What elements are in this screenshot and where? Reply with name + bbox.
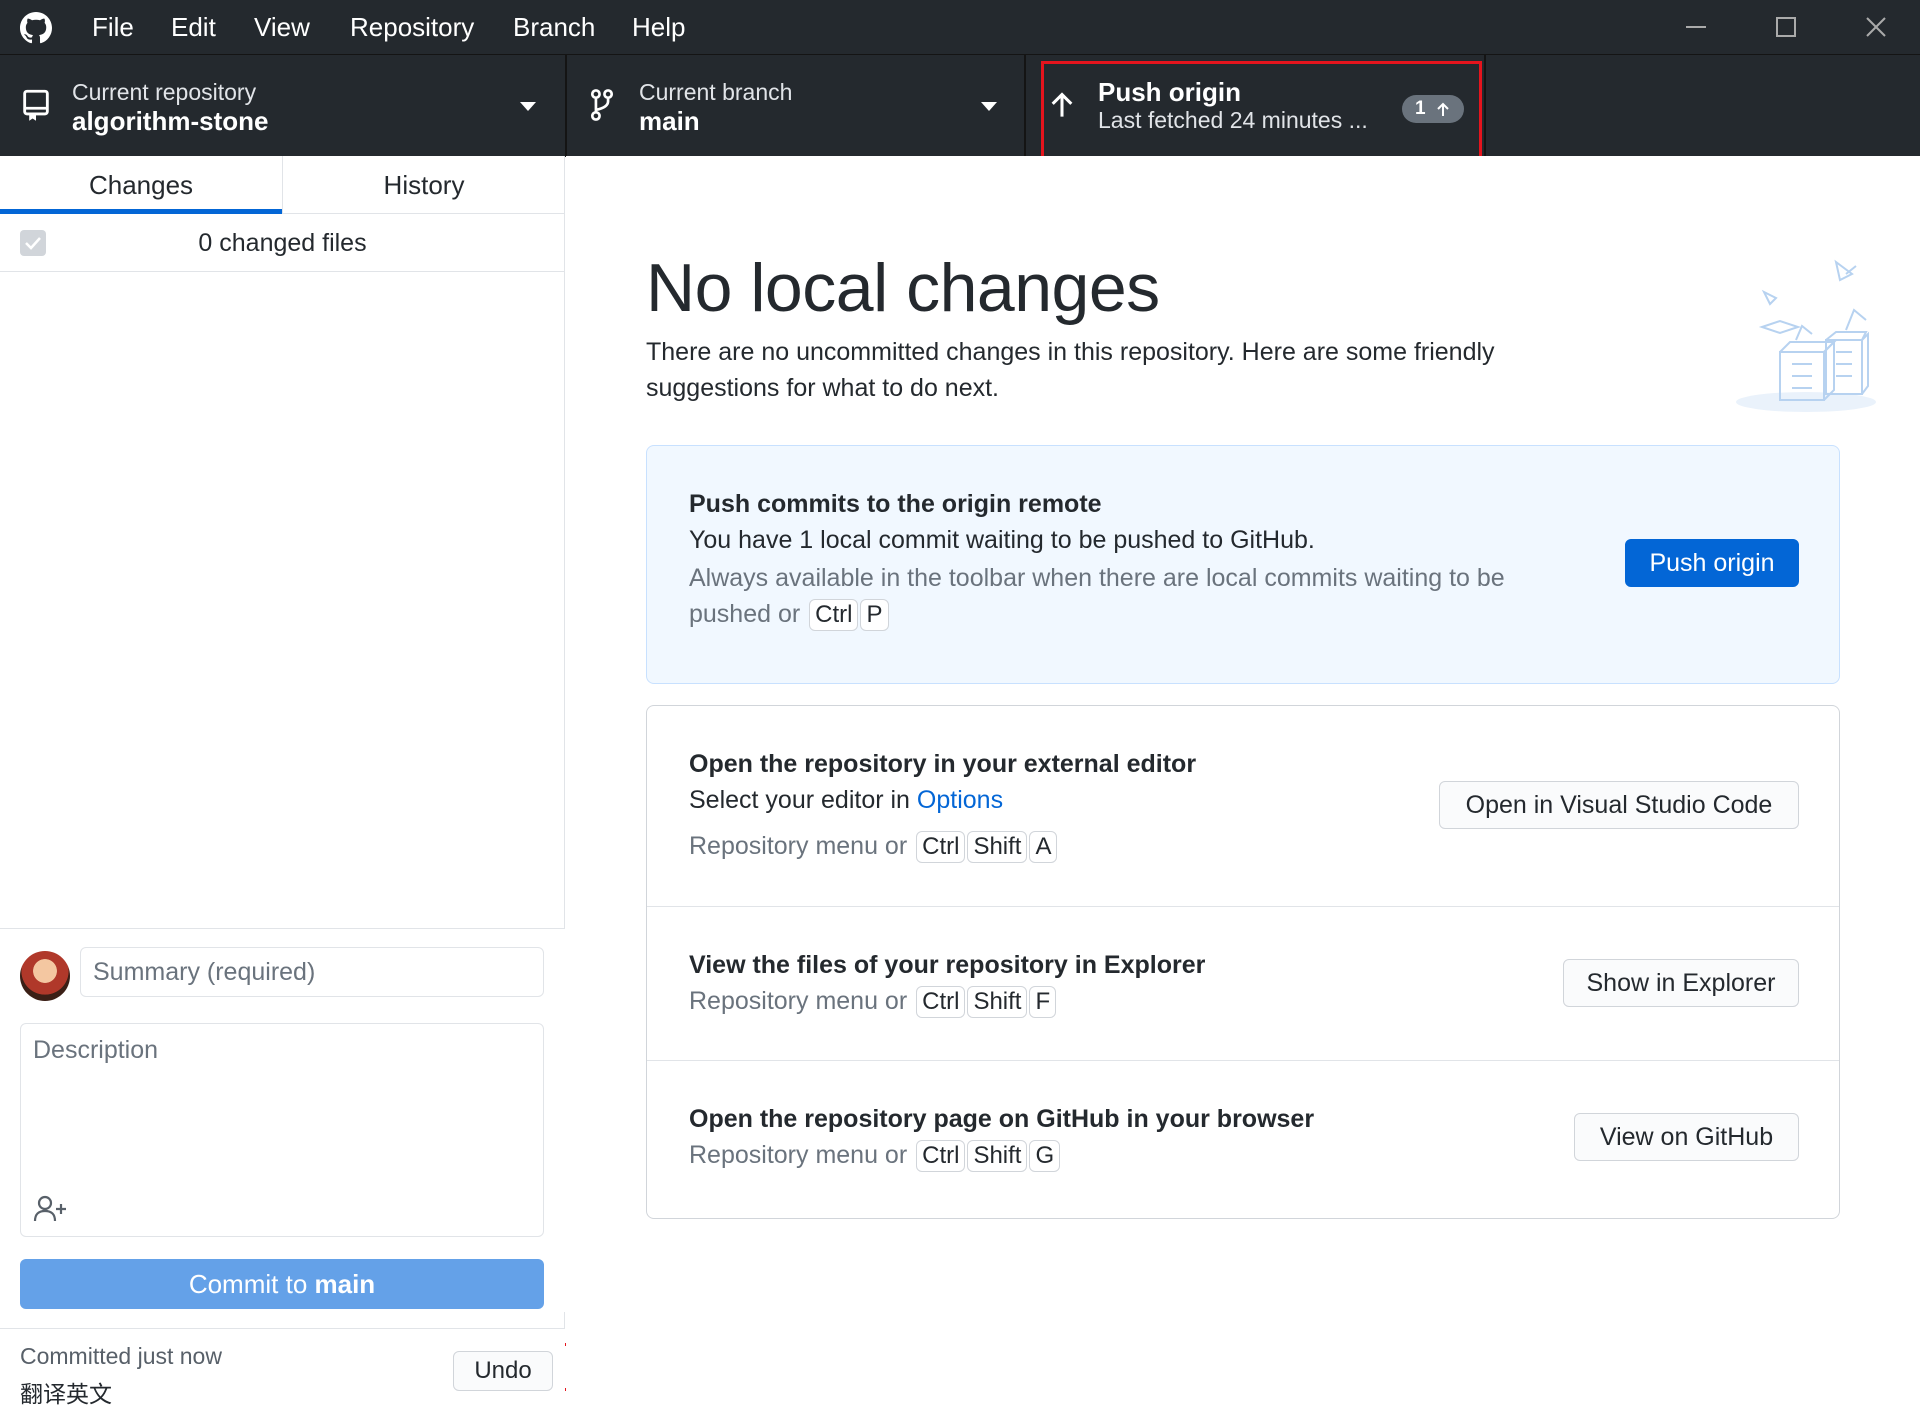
- options-link[interactable]: Options: [917, 786, 1003, 814]
- kbd-ctrl: Ctrl: [809, 599, 859, 631]
- github-logo-icon: [20, 12, 52, 44]
- last-commit-panel: Committed just now 翻译英文 Undo: [0, 1328, 565, 1416]
- arrow-up-icon: [1051, 92, 1073, 117]
- commit-button-branch: main: [314, 1269, 376, 1299]
- ahead-count: 1: [1415, 98, 1426, 119]
- push-suggestion-card: Push commits to the origin remote You ha…: [646, 445, 1840, 684]
- repo-label: Current repository: [72, 79, 257, 105]
- repo-name: algorithm-stone: [72, 106, 269, 136]
- changed-files-header: 0 changed files: [0, 214, 565, 272]
- editor-hint: Repository menu or Ctrl Shift A: [689, 828, 1058, 864]
- actions-card: Open the repository in your external edi…: [646, 705, 1840, 1219]
- undo-button[interactable]: Undo: [453, 1351, 553, 1391]
- editor-description-text: Select your editor in: [689, 786, 917, 814]
- add-coauthor-icon[interactable]: [33, 1194, 69, 1224]
- avatar: [20, 951, 70, 1001]
- description-field[interactable]: Description: [20, 1023, 544, 1237]
- editor-description: Select your editor in Options: [689, 786, 1003, 815]
- repo-icon: [23, 89, 49, 121]
- open-in-vscode-button[interactable]: Open in Visual Studio Code: [1439, 781, 1799, 829]
- sidebar: Changes History 0 changed files Summary …: [0, 156, 565, 1416]
- commit-button[interactable]: Commit to main: [20, 1259, 544, 1309]
- minimize-icon[interactable]: [1676, 12, 1716, 42]
- branch-name: main: [639, 106, 700, 136]
- explorer-hint: Repository menu or Ctrl Shift F: [689, 983, 1057, 1019]
- chevron-down-icon: [520, 102, 536, 111]
- ahead-count-badge: 1: [1402, 95, 1464, 123]
- push-card-description: You have 1 local commit waiting to be pu…: [689, 526, 1315, 554]
- github-action-row: Open the repository page on GitHub in yo…: [647, 1060, 1839, 1218]
- menu-edit[interactable]: Edit: [171, 12, 216, 42]
- menu-branch[interactable]: Branch: [513, 12, 595, 42]
- branch-icon: [590, 89, 614, 121]
- tab-changes[interactable]: Changes: [0, 156, 282, 214]
- menu-repository[interactable]: Repository: [350, 12, 474, 42]
- kbd-ctrl: Ctrl: [916, 1140, 966, 1172]
- github-hint: Repository menu or Ctrl Shift G: [689, 1137, 1061, 1173]
- empty-state-illustration-icon: [1736, 259, 1876, 412]
- push-card-hint: Always available in the toolbar when the…: [689, 560, 1589, 632]
- kbd-f: F: [1029, 986, 1057, 1018]
- kbd-g: G: [1029, 1140, 1061, 1172]
- menu-view[interactable]: View: [254, 12, 310, 42]
- last-commit-message: 翻译英文: [20, 1381, 112, 1407]
- main-content: No local changes There are no uncommitte…: [566, 156, 1920, 1416]
- page-subtitle: There are no uncommitted changes in this…: [646, 338, 1495, 402]
- kbd-ctrl: Ctrl: [916, 831, 966, 863]
- repository-selector[interactable]: Current repository algorithm-stone: [0, 55, 565, 157]
- toolbar-divider: [1484, 55, 1486, 157]
- editor-title: Open the repository in your external edi…: [689, 750, 1197, 778]
- commit-form: Summary (required) Description Commit to…: [0, 928, 565, 1312]
- show-in-explorer-button[interactable]: Show in Explorer: [1563, 959, 1799, 1007]
- push-origin-card-button[interactable]: Push origin: [1625, 539, 1799, 587]
- kbd-ctrl: Ctrl: [916, 986, 966, 1018]
- arrow-up-icon: [1437, 102, 1449, 116]
- tab-history[interactable]: History: [283, 156, 565, 214]
- kbd-shift: Shift: [967, 986, 1028, 1018]
- push-subtitle: Last fetched 24 minutes ...: [1098, 107, 1368, 133]
- sidebar-tabs: Changes History: [0, 156, 565, 214]
- explorer-title: View the files of your repository in Exp…: [689, 951, 1206, 979]
- summary-input[interactable]: Summary (required): [80, 947, 544, 997]
- title-bar: File Edit View Repository Branch Help: [0, 0, 1920, 54]
- branch-label: Current branch: [639, 79, 793, 105]
- explorer-hint-text: Repository menu or: [689, 987, 908, 1015]
- description-placeholder: Description: [33, 1036, 159, 1064]
- kbd-a: A: [1029, 831, 1058, 863]
- page-title: No local changes: [646, 250, 1160, 326]
- github-hint-text: Repository menu or: [689, 1141, 908, 1169]
- commit-button-prefix: Commit to: [188, 1269, 315, 1299]
- last-commit-time: Committed just now: [20, 1343, 222, 1369]
- branch-selector[interactable]: Current branch main: [567, 55, 1024, 157]
- push-card-title: Push commits to the origin remote: [689, 490, 1102, 518]
- kbd-shift: Shift: [967, 831, 1028, 863]
- editor-hint-text: Repository menu or: [689, 832, 908, 860]
- github-title: Open the repository page on GitHub in yo…: [689, 1105, 1315, 1133]
- view-on-github-button[interactable]: View on GitHub: [1574, 1113, 1799, 1161]
- toolbar: Current repository algorithm-stone Curre…: [0, 54, 1920, 157]
- editor-action-row: Open the repository in your external edi…: [647, 706, 1839, 906]
- kbd-shift: Shift: [967, 1140, 1028, 1172]
- close-icon[interactable]: [1856, 12, 1896, 42]
- kbd-p: P: [860, 599, 889, 631]
- changed-files-count: 0 changed files: [198, 229, 367, 257]
- push-title: Push origin: [1098, 77, 1241, 107]
- menu-file[interactable]: File: [92, 12, 134, 42]
- explorer-action-row: View the files of your repository in Exp…: [647, 906, 1839, 1060]
- chevron-down-icon: [981, 102, 997, 111]
- maximize-icon[interactable]: [1766, 12, 1806, 42]
- menu-help[interactable]: Help: [632, 12, 685, 42]
